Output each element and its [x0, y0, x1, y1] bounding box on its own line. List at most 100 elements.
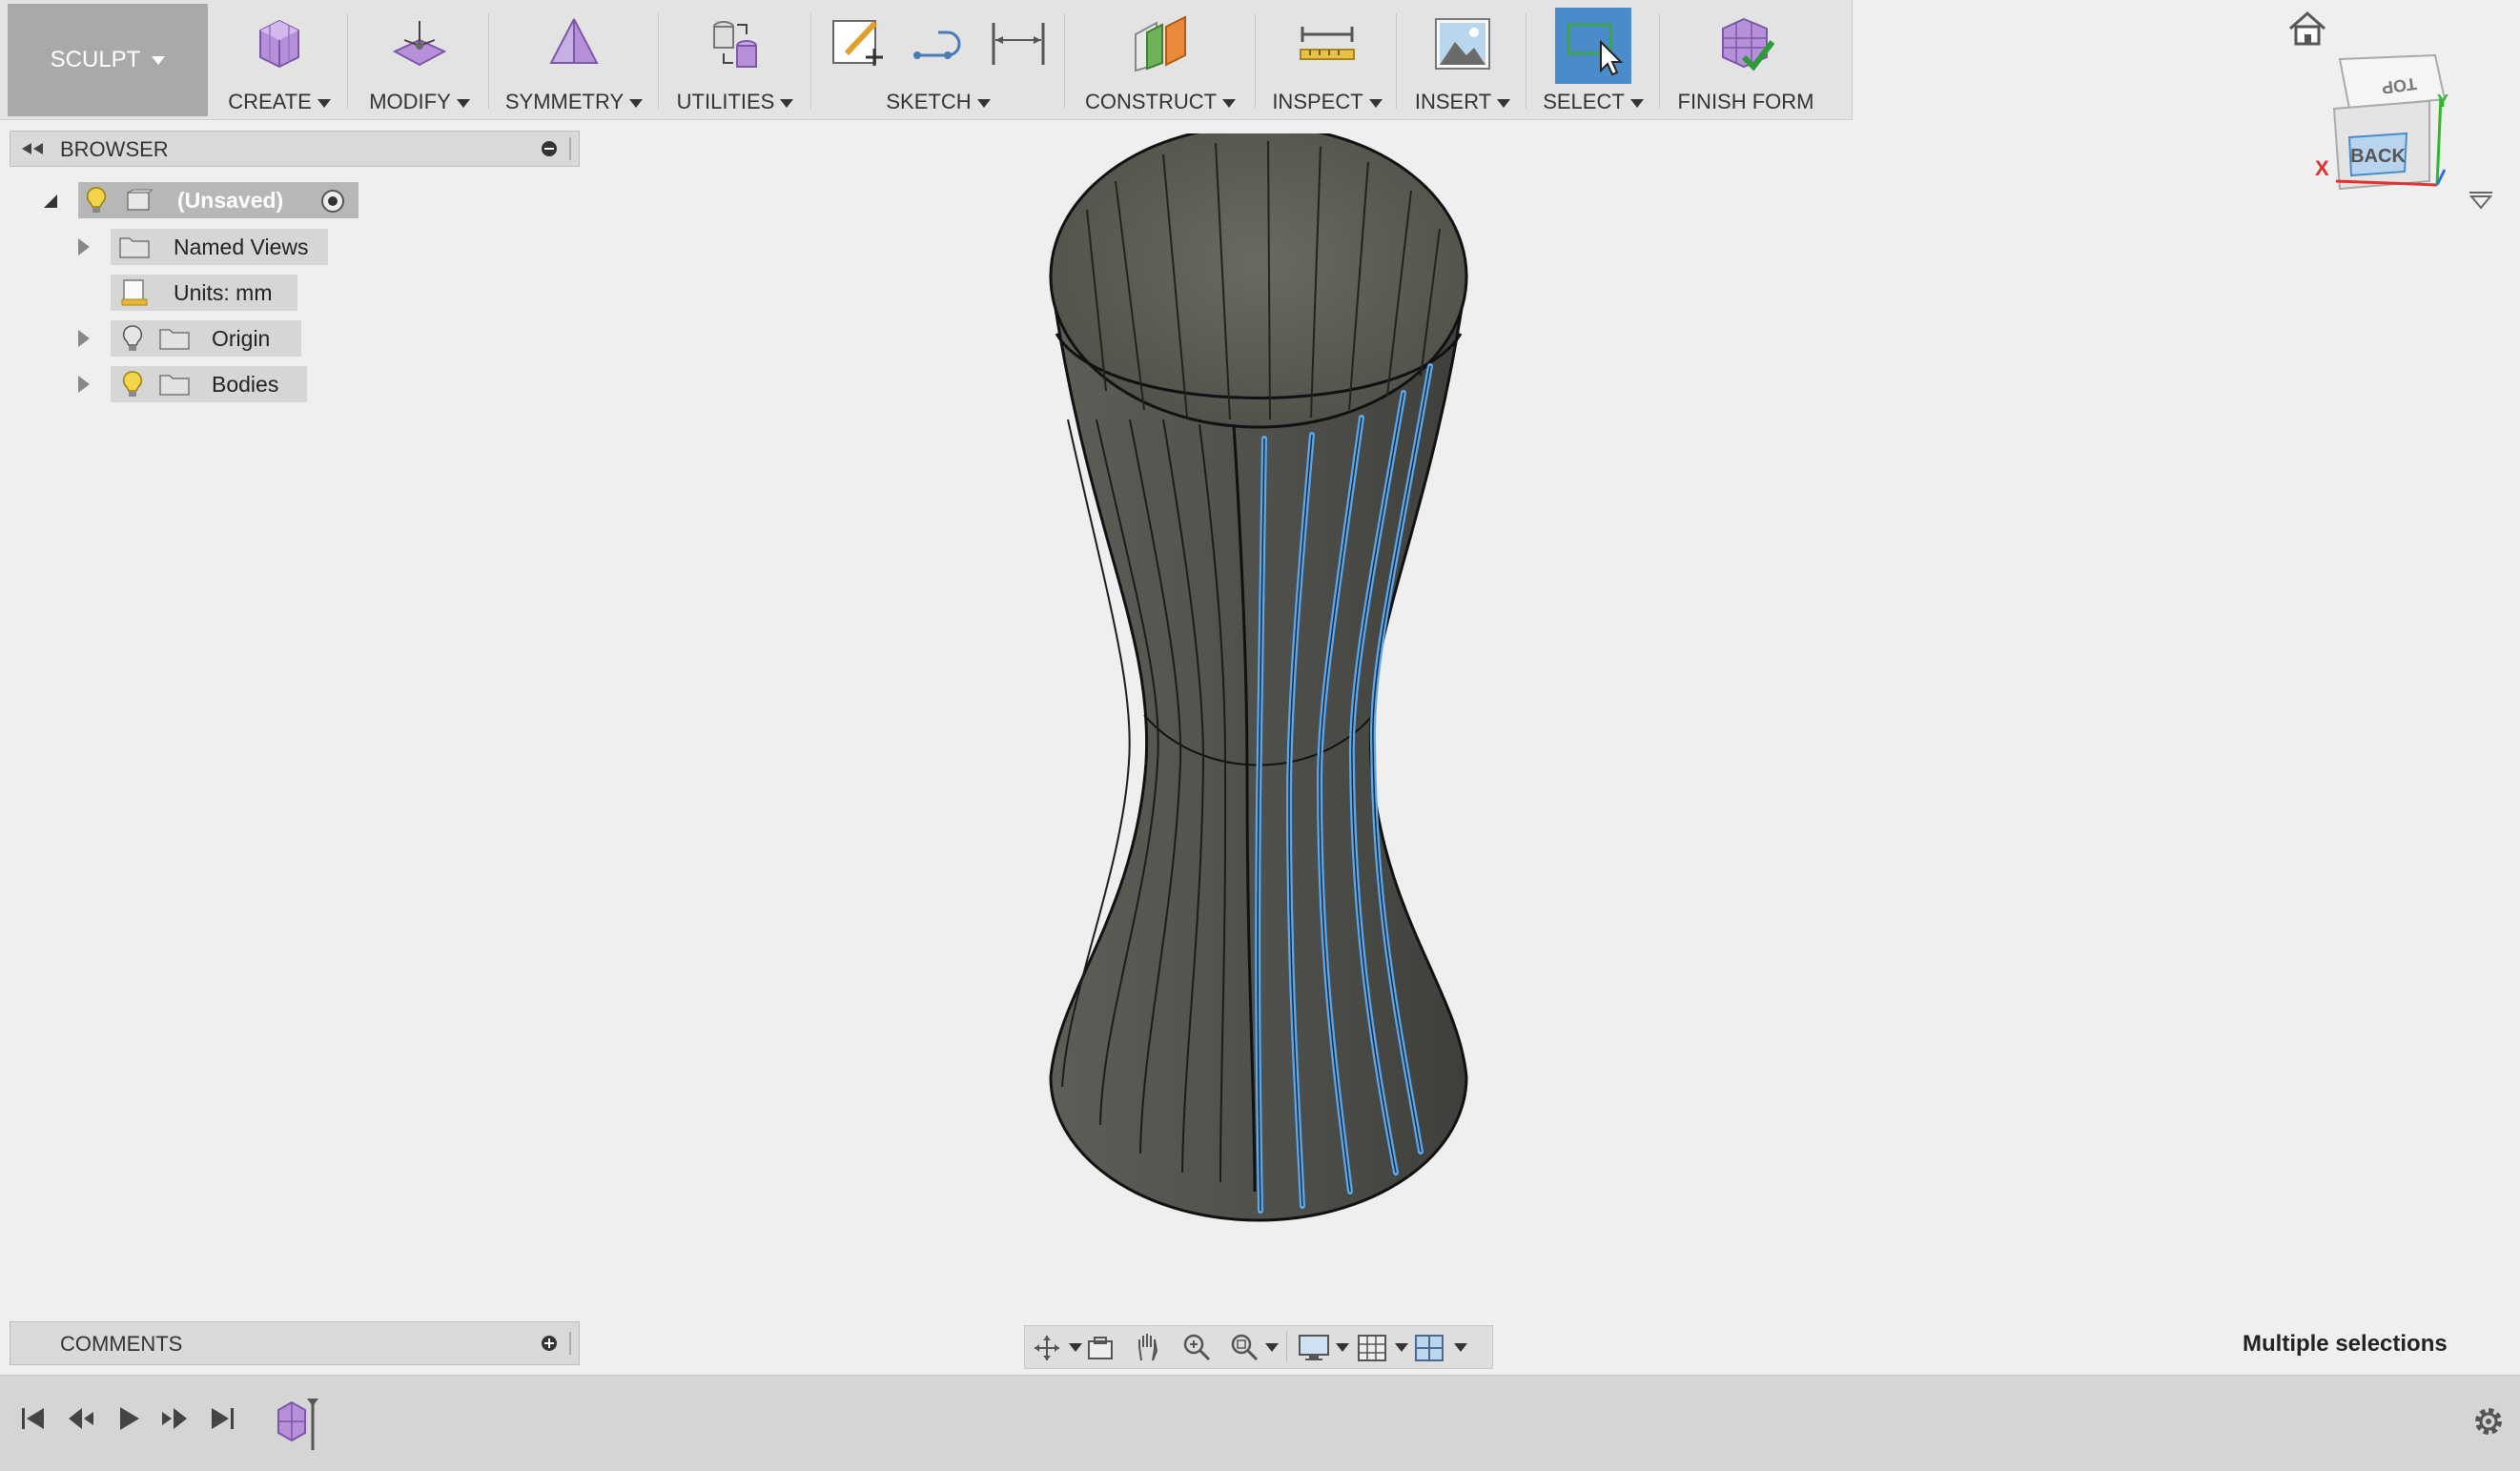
lightbulb-icon[interactable]	[86, 186, 107, 215]
chevron-down-icon	[1368, 98, 1383, 108]
symmetry-label: SYMMETRY	[504, 90, 625, 113]
timeline-form-feature-icon[interactable]	[275, 1397, 332, 1454]
viewcube-menu-icon[interactable]	[2468, 189, 2494, 212]
tree-item-units[interactable]: Units: mm	[111, 275, 297, 311]
viewports-icon[interactable]	[1414, 1334, 1444, 1362]
viewcube-back-label: BACK	[2350, 146, 2406, 167]
tree-item-label: Bodies	[212, 371, 279, 397]
symmetry-icon	[549, 18, 599, 64]
tree-item-bodies[interactable]: Bodies	[111, 366, 307, 402]
tree-item-named-views[interactable]: Named Views	[111, 229, 328, 265]
zoom-icon[interactable]	[1181, 1332, 1212, 1362]
measure-icon	[1300, 27, 1355, 60]
utilities-menu[interactable]: UTILITIES	[664, 8, 807, 114]
navbar-divider	[1286, 1332, 1287, 1362]
toolbar-divider	[1396, 13, 1397, 109]
modify-menu[interactable]: MODIFY	[353, 8, 486, 114]
tree-expand-icon[interactable]	[78, 330, 90, 347]
chevron-down-icon[interactable]	[1454, 1343, 1467, 1352]
construct-menu[interactable]: CONSTRUCT	[1070, 8, 1251, 114]
chevron-down-icon[interactable]	[1069, 1343, 1082, 1352]
create-box-icon	[259, 19, 299, 69]
utilities-label: UTILITIES	[676, 90, 775, 113]
tree-expand-icon[interactable]	[78, 238, 90, 255]
expand-panel-icon[interactable]	[541, 1335, 558, 1352]
look-at-icon[interactable]	[1086, 1334, 1115, 1362]
step-back-icon[interactable]	[67, 1404, 95, 1433]
pan-hand-icon[interactable]	[1134, 1332, 1162, 1362]
toolbar: SCULPT CREATE MODIFY SYMMETRY UTILITIES …	[0, 0, 1853, 120]
go-to-start-icon[interactable]	[19, 1404, 48, 1433]
play-icon[interactable]	[114, 1404, 143, 1433]
chevron-down-icon	[780, 98, 794, 108]
y-axis-label: Y	[2437, 92, 2448, 111]
fit-icon[interactable]	[1229, 1332, 1260, 1362]
dimension-icon	[992, 23, 1045, 65]
finish-form-button[interactable]: FINISH FORM	[1665, 8, 1827, 114]
chevron-down-icon[interactable]	[1395, 1343, 1408, 1352]
insert-label: INSERT	[1414, 90, 1492, 113]
grid-settings-icon[interactable]	[1357, 1334, 1387, 1362]
chevron-down-icon[interactable]	[1336, 1343, 1349, 1352]
selection-status: Multiple selections	[2243, 1331, 2448, 1357]
step-forward-icon[interactable]	[160, 1404, 189, 1433]
viewcube[interactable]: TOP BACK X Y	[2302, 42, 2464, 204]
finish-form-label: FINISH FORM	[1677, 90, 1814, 113]
toolbar-divider	[658, 13, 659, 109]
construct-plane-icon	[1135, 15, 1186, 72]
inspect-menu[interactable]: INSPECT	[1260, 8, 1394, 114]
collapse-panel-icon[interactable]	[20, 141, 45, 156]
insert-menu[interactable]: INSERT	[1402, 8, 1524, 114]
gear-icon[interactable]	[2471, 1404, 2506, 1439]
lightbulb-icon[interactable]	[122, 370, 143, 398]
display-settings-icon[interactable]	[1298, 1334, 1330, 1362]
create-menu[interactable]: CREATE	[217, 8, 341, 114]
modify-label: MODIFY	[369, 90, 451, 113]
folder-icon	[119, 237, 150, 258]
chevron-down-icon	[152, 55, 166, 65]
tree-item-label: Named Views	[174, 234, 309, 259]
folder-icon	[159, 375, 190, 396]
toolbar-divider	[810, 13, 811, 109]
inspect-label: INSPECT	[1272, 90, 1363, 113]
panel-resize-grip[interactable]	[569, 1332, 575, 1355]
tree-expand-icon[interactable]	[78, 376, 90, 393]
go-to-end-icon[interactable]	[208, 1404, 236, 1433]
symmetry-menu[interactable]: SYMMETRY	[494, 8, 654, 114]
workspace-switcher-button[interactable]: SCULPT	[8, 4, 208, 116]
comments-title: COMMENTS	[60, 1332, 183, 1356]
panel-resize-grip[interactable]	[569, 137, 575, 160]
tree-item-origin[interactable]: Origin	[111, 320, 301, 357]
chevron-down-icon	[1222, 98, 1237, 108]
utilities-icon	[713, 21, 757, 68]
tree-root-node[interactable]: (Unsaved)	[78, 182, 359, 218]
activate-component-radio[interactable]	[320, 189, 345, 214]
browser-panel-header[interactable]: BROWSER	[10, 131, 580, 167]
tree-item-label: Units: mm	[174, 279, 273, 305]
chevron-down-icon	[1629, 98, 1644, 108]
select-label: SELECT	[1543, 90, 1625, 113]
chevron-down-icon	[456, 98, 470, 108]
chevron-down-icon	[1497, 98, 1511, 108]
insert-image-icon	[1435, 18, 1490, 70]
root-node-label: (Unsaved)	[177, 187, 284, 213]
create-sketch-icon	[832, 20, 883, 66]
minimize-panel-icon[interactable]	[541, 140, 558, 157]
timeline	[0, 1375, 2520, 1471]
line-tool-icon	[913, 31, 961, 59]
toolbar-divider	[347, 13, 348, 109]
sketch-menu[interactable]: SKETCH	[816, 8, 1060, 114]
chevron-down-icon	[629, 98, 644, 108]
lightbulb-off-icon[interactable]	[122, 324, 143, 353]
sculpt-body-model[interactable]	[1030, 133, 1487, 1239]
comments-panel-header[interactable]: COMMENTS	[10, 1321, 580, 1365]
tree-item-label: Origin	[212, 325, 271, 351]
folder-icon	[159, 329, 190, 350]
tree-collapse-icon[interactable]	[42, 193, 59, 210]
toolbar-divider	[1255, 13, 1256, 109]
select-menu[interactable]: SELECT	[1531, 8, 1655, 114]
navigation-bar	[1024, 1325, 1493, 1369]
orbit-icon[interactable]	[1033, 1334, 1061, 1362]
chevron-down-icon[interactable]	[1265, 1343, 1279, 1352]
construct-label: CONSTRUCT	[1084, 90, 1218, 113]
